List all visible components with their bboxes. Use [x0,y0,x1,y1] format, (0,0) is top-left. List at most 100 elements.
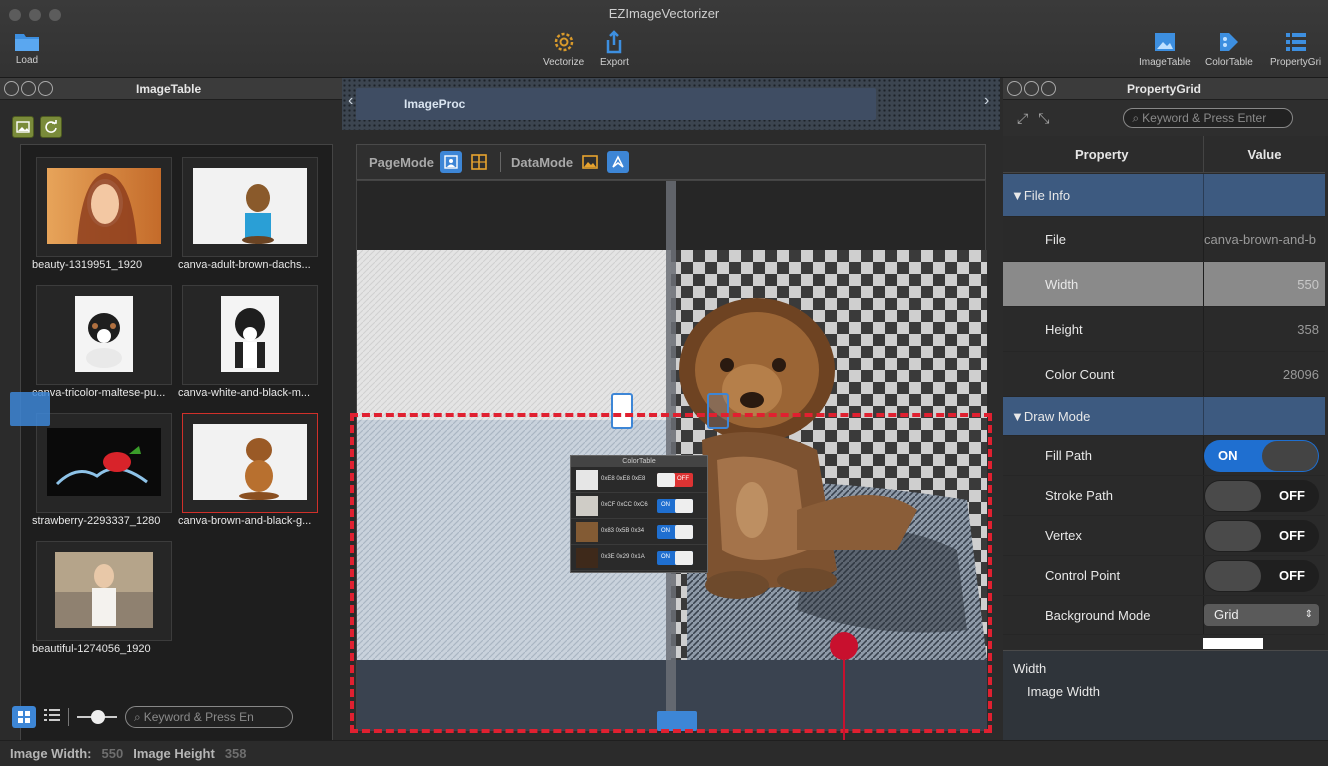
image-proc-panel: ‹ ImageProc › PageMode DataMode ColorTab… [342,78,1000,740]
imagetable-toggle-button[interactable]: ImageTable [1139,30,1191,68]
color-hex: 0xE8 0xE8 0xE8 [601,476,646,482]
image-thumbnail[interactable] [36,157,172,257]
propertygrid-toggle-button[interactable]: PropertyGri [1270,30,1321,68]
color-table-row[interactable]: 0x83 0x5B 0x34 ON [571,519,707,545]
color-swatch [576,470,598,490]
image-item[interactable]: strawberry-2293337_1280 [32,413,172,533]
image-caption: canva-brown-and-black-g... [178,515,312,527]
property-row[interactable]: Control Point OFF [1003,556,1325,596]
toggle-knob [1262,440,1318,471]
property-row[interactable]: Fill Path ON [1003,436,1325,476]
panel-controls[interactable] [1007,81,1056,96]
toggle-switch[interactable]: OFF [1204,559,1319,592]
property-select-cell: Grid ⇕ [1203,596,1325,634]
colortable-toggle-button[interactable]: ColorTable [1205,30,1253,68]
image-item[interactable]: beauty-1319951_1920 [32,157,172,277]
title-bar: EZImageVectorizer Load Vectorize Export … [0,0,1328,78]
color-well[interactable] [1203,638,1263,649]
image-canvas[interactable]: ColorTable 0xE8 0xE8 0xE8 OFF 0xCF 0xCC 0x… [356,180,987,731]
image-item[interactable]: canva-tricolor-maltese-pu... [32,285,172,405]
property-search-input[interactable]: ⌕ Keyword & Press Enter [1123,108,1294,128]
image-thumbnail[interactable] [36,285,172,385]
image-table-header: ImageTable [0,78,342,100]
single-page-button[interactable] [440,151,463,173]
export-button[interactable]: Export [600,30,629,68]
tab-imageproc[interactable]: ImageProc [356,88,876,120]
list-view-button[interactable] [44,708,60,727]
data-mode-label: DataMode [511,154,574,170]
thumbnail-size-slider[interactable] [77,710,117,724]
refresh-icon [45,120,57,133]
color-table-row[interactable]: 0xCF 0xCC 0xC6 ON [571,493,707,519]
image-thumbnail[interactable] [182,285,318,385]
property-key: Color Count [1045,366,1115,382]
property-row[interactable]: Width 550 [1003,262,1325,307]
tab-label: ImageProc [404,97,466,111]
divider [500,152,502,172]
color-table-row[interactable]: 0x3E 0x29 0x1A ON [571,545,707,571]
color-swatch [576,548,598,568]
refresh-button[interactable] [40,116,62,138]
property-row[interactable]: Background Mode Grid ⇕ [1003,596,1325,635]
chevron-updown-icon: ⇕ [1304,609,1313,620]
toggle-switch[interactable]: OFF [1204,479,1319,512]
image-search-input[interactable]: ⌕ Keyword & Press En [125,706,293,728]
scroll-left-icon[interactable]: ‹ [348,92,353,110]
scroll-right-icon[interactable]: › [984,92,989,110]
image-height-label: Image Height [133,746,215,761]
image-caption: strawberry-2293337_1280 [32,515,161,527]
image-thumbnail-selected[interactable] [182,413,318,513]
property-row[interactable]: Height 358 [1003,307,1325,352]
vectorize-button[interactable]: Vectorize [543,30,584,68]
pointer-marker [830,632,858,660]
split-page-button[interactable] [468,151,490,173]
color-visibility-toggle[interactable]: ON [657,551,693,565]
split-handle-right[interactable] [707,393,729,429]
image-thumbnail[interactable] [182,157,318,257]
toggle-state: ON [661,554,670,560]
color-table-window: ColorTable 0xE8 0xE8 0xE8 OFF 0xCF 0xCC 0x… [570,455,708,573]
left-dock-handle[interactable] [10,392,50,426]
grid-icon [18,711,30,723]
imagetable-label: ImageTable [1139,57,1191,68]
color-table-row[interactable]: 0xE8 0xE8 0xE8 OFF [571,467,707,493]
image-item[interactable]: beautiful-1274056_1920 [32,541,172,661]
color-visibility-toggle[interactable]: OFF [657,473,693,487]
bottom-handle[interactable] [657,711,697,731]
color-swatch [576,496,598,516]
toggle-label: ON [1218,447,1238,463]
property-row[interactable]: Stroke Path OFF [1003,476,1325,516]
color-visibility-toggle[interactable]: ON [657,499,693,513]
property-category-row[interactable]: ▼File Info [1003,174,1325,217]
load-button[interactable]: Load [14,30,40,66]
bitmap-mode-button[interactable] [579,151,601,173]
image-item[interactable]: canva-adult-brown-dachs... [178,157,318,277]
grid-view-button[interactable] [12,706,36,728]
property-row[interactable]: Vertex OFF [1003,516,1325,556]
background-mode-select[interactable]: Grid ⇕ [1204,604,1319,626]
image-thumbnail[interactable] [36,541,172,641]
split-handle-left[interactable] [611,393,633,429]
expand-all-icon[interactable]: ⤢ [1017,110,1028,127]
add-image-button[interactable] [12,116,34,138]
property-row[interactable]: Color Count 28096 [1003,352,1325,397]
property-row[interactable]: File canva-brown-and-b [1003,217,1325,262]
mode-bar: PageMode DataMode [356,144,986,180]
property-category-row[interactable]: ▼Draw Mode [1003,397,1325,436]
toggle-switch[interactable]: ON [1204,439,1319,472]
app-window: EZImageVectorizer Load Vectorize Export … [0,0,1328,766]
toggle-switch[interactable]: OFF [1204,519,1319,552]
image-item[interactable]: canva-white-and-black-m... [178,285,318,405]
property-key: ▼File Info [1011,187,1071,203]
slider-knob[interactable] [91,710,105,724]
toggle-label: OFF [1279,527,1305,543]
image-item[interactable]: canva-brown-and-black-g... [178,413,318,533]
panel-controls[interactable] [4,81,53,96]
property-description: Width Image Width [1003,650,1328,740]
color-visibility-toggle[interactable]: ON [657,525,693,539]
property-toggle-cell: OFF [1203,556,1325,595]
image-thumbnail[interactable] [36,413,172,513]
collapse-all-icon[interactable]: ⤡ [1038,110,1049,127]
category-value-cell [1203,397,1325,435]
vector-mode-button[interactable] [607,151,630,173]
